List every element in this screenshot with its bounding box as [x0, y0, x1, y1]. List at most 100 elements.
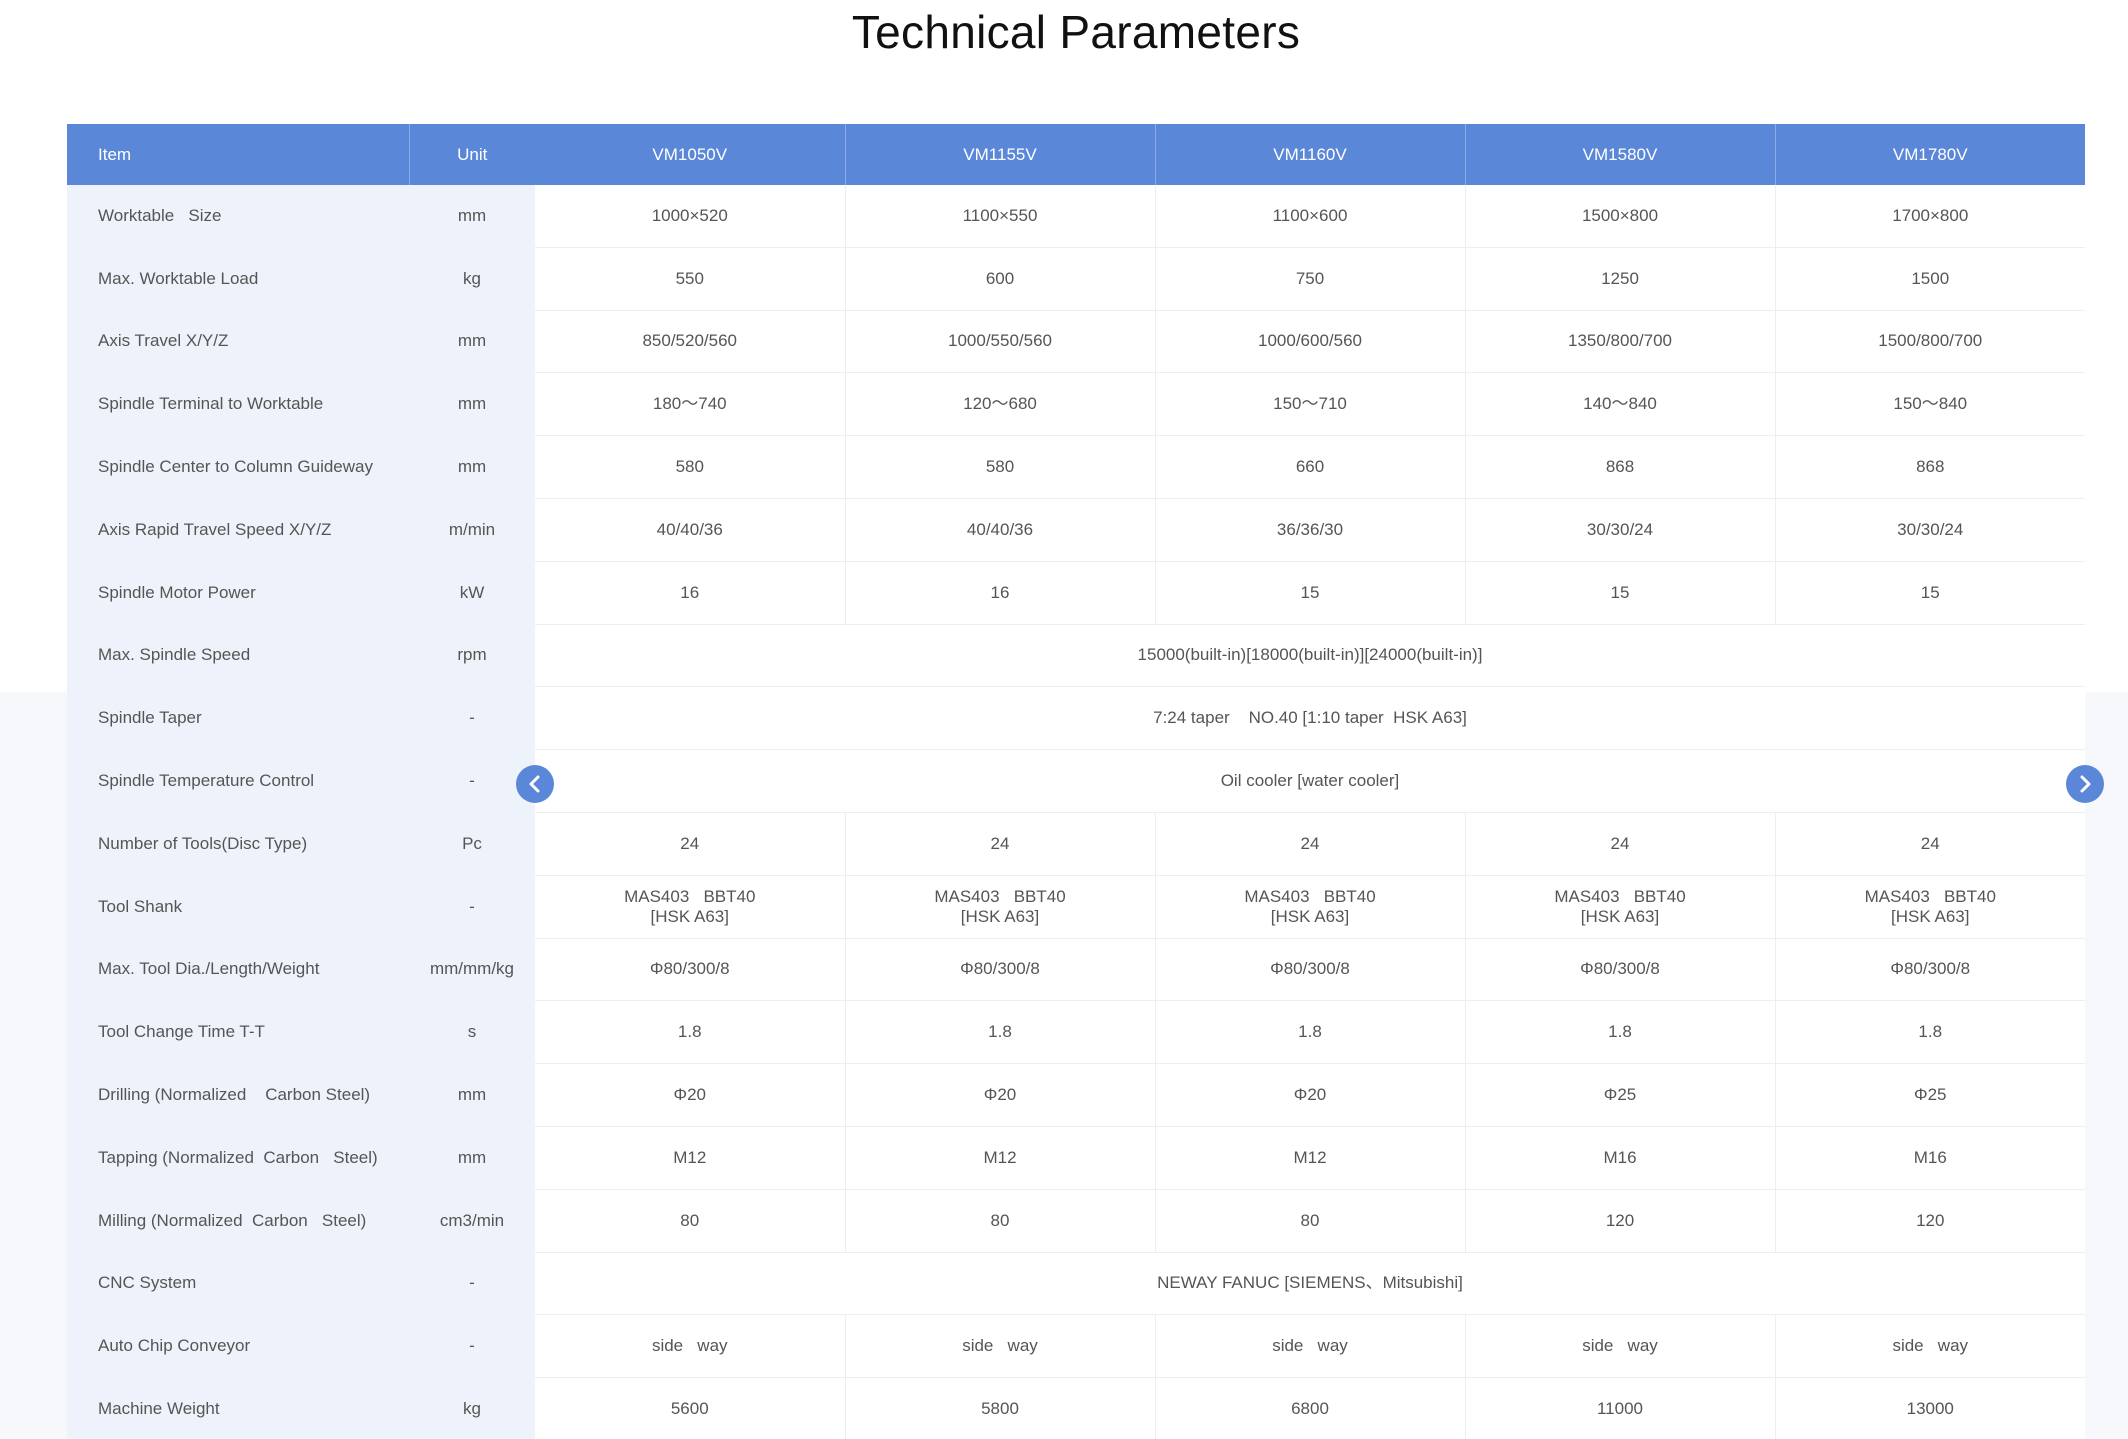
row-value: Φ20	[845, 1063, 1156, 1127]
row-value: MAS403 BBT40 [HSK A63]	[535, 875, 846, 939]
row-value: 13000	[1775, 1377, 2085, 1439]
row-value: M12	[845, 1126, 1156, 1190]
table-row: Tool Change Time T-T s 1.8 1.8 1.8 1.8 1.8	[67, 1000, 2085, 1065]
row-value: 1700×800	[1775, 185, 2085, 248]
carousel-prev-button[interactable]	[516, 765, 554, 803]
row-unit: mm	[409, 435, 535, 499]
table-row: Max. Worktable Load kg 550 600 750 1250 1500	[67, 247, 2085, 311]
row-value: 868	[1465, 435, 1776, 499]
row-value: 120	[1775, 1189, 2085, 1253]
row-label: Max. Tool Dia./Length/Weight	[67, 938, 409, 1002]
table-row: Milling (Normalized Carbon Steel) cm3/min…	[67, 1189, 2085, 1253]
row-value-merged: 15000(built-in)[18000(built-in)][24000(b…	[535, 624, 2085, 688]
row-value: 120	[1465, 1189, 1776, 1253]
row-unit: s	[409, 1000, 535, 1065]
row-label: Number of Tools(Disc Type)	[67, 812, 409, 876]
row-label: Tool Shank	[67, 875, 409, 939]
row-unit: -	[409, 1252, 535, 1316]
row-label: Drilling (Normalized Carbon Steel)	[67, 1063, 409, 1127]
row-label: Machine Weight	[67, 1377, 409, 1439]
row-value: side way	[1155, 1314, 1466, 1379]
carousel-next-button[interactable]	[2066, 765, 2104, 803]
row-value: side way	[535, 1314, 846, 1379]
row-value: 5800	[845, 1377, 1156, 1439]
row-unit: mm	[409, 1063, 535, 1127]
row-unit: kg	[409, 1377, 535, 1439]
table-row: Worktable Size mm 1000×520 1100×550 1100×600…	[67, 185, 2085, 248]
row-value: MAS403 BBT40 [HSK A63]	[1775, 875, 2085, 939]
table-row: Spindle Motor Power kW 16 16 15 15 15	[67, 561, 2085, 625]
row-label: CNC System	[67, 1252, 409, 1316]
row-label: Max. Spindle Speed	[67, 624, 409, 688]
row-value: Φ80/300/8	[1775, 938, 2085, 1002]
row-value: 40/40/36	[535, 498, 846, 562]
row-value: MAS403 BBT40 [HSK A63]	[845, 875, 1156, 939]
row-value: 580	[535, 435, 846, 499]
row-value: 120～680	[845, 372, 1156, 437]
row-value: 80	[845, 1189, 1156, 1253]
row-value: 30/30/24	[1775, 498, 2085, 562]
row-value: Φ80/300/8	[535, 938, 846, 1002]
header-model: VM1160V	[1155, 124, 1466, 185]
row-value: Φ20	[535, 1063, 846, 1127]
row-value: side way	[1465, 1314, 1776, 1379]
row-value: 15	[1155, 561, 1466, 625]
row-value: M16	[1775, 1126, 2085, 1190]
row-value: 600	[845, 247, 1156, 311]
row-value: 1.8	[1155, 1000, 1466, 1065]
row-value: 24	[1775, 812, 2085, 876]
header-model: VM1050V	[535, 124, 846, 185]
row-label: Milling (Normalized Carbon Steel)	[67, 1189, 409, 1253]
table-row: Max. Spindle Speed rpm 15000(built-in)[180…	[67, 624, 2085, 688]
row-label: Spindle Center to Column Guideway	[67, 435, 409, 499]
table-row: Machine Weight kg 5600 5800 6800 11000 13000	[67, 1377, 2085, 1439]
row-label: Spindle Motor Power	[67, 561, 409, 625]
row-unit: -	[409, 875, 535, 939]
row-value: 180～740	[535, 372, 846, 437]
row-value: M12	[1155, 1126, 1466, 1190]
row-value: Φ25	[1775, 1063, 2085, 1127]
row-value: 1500×800	[1465, 185, 1776, 248]
chevron-right-icon	[2080, 775, 2091, 793]
row-value: 868	[1775, 435, 2085, 499]
row-value: 1500	[1775, 247, 2085, 311]
chevron-left-icon	[529, 775, 540, 793]
row-value: 24	[1155, 812, 1466, 876]
row-unit: rpm	[409, 624, 535, 688]
row-unit: -	[409, 1314, 535, 1379]
row-label: Spindle Taper	[67, 686, 409, 751]
page-title: Technical Parameters	[851, 6, 1301, 58]
spec-table-body: Worktable Size mm 1000×520 1100×550 1100×600…	[67, 185, 2085, 1439]
row-value: 1.8	[1465, 1000, 1776, 1065]
row-value-merged: 7:24 taper NO.40 [1:10 taper HSK A63]	[535, 686, 2085, 751]
row-label: Worktable Size	[67, 185, 409, 248]
row-value: 1500/800/700	[1775, 310, 2085, 374]
row-value: 15	[1775, 561, 2085, 625]
row-value: side way	[845, 1314, 1156, 1379]
row-value: 40/40/36	[845, 498, 1156, 562]
row-value: 1.8	[845, 1000, 1156, 1065]
row-value: Φ80/300/8	[1465, 938, 1776, 1002]
row-value: 580	[845, 435, 1156, 499]
row-label: Spindle Temperature Control	[67, 749, 409, 813]
row-value: 1100×550	[845, 185, 1156, 248]
table-row: Spindle Center to Column Guideway mm 580 58…	[67, 435, 2085, 499]
row-value-merged: NEWAY FANUC [SIEMENS、Mitsubishi]	[535, 1252, 2085, 1316]
row-value: 850/520/560	[535, 310, 846, 374]
row-value: 80	[535, 1189, 846, 1253]
table-row: Tool Shank - MAS403 BBT40 [HSK A63] MAS403 …	[67, 875, 2085, 939]
row-value: 1.8	[535, 1000, 846, 1065]
row-label: Tapping (Normalized Carbon Steel)	[67, 1126, 409, 1190]
row-value: 24	[1465, 812, 1776, 876]
row-value: 750	[1155, 247, 1466, 311]
row-unit: Pc	[409, 812, 535, 876]
row-value: 16	[535, 561, 846, 625]
row-label: Axis Rapid Travel Speed X/Y/Z	[67, 498, 409, 562]
row-value: 15	[1465, 561, 1776, 625]
row-value: 1000/550/560	[845, 310, 1156, 374]
row-unit: kW	[409, 561, 535, 625]
row-unit: mm/mm/kg	[409, 938, 535, 1002]
row-value: 140～840	[1465, 372, 1776, 437]
row-value: Φ25	[1465, 1063, 1776, 1127]
table-row: Spindle Temperature Control - Oil cooler […	[67, 749, 2085, 813]
